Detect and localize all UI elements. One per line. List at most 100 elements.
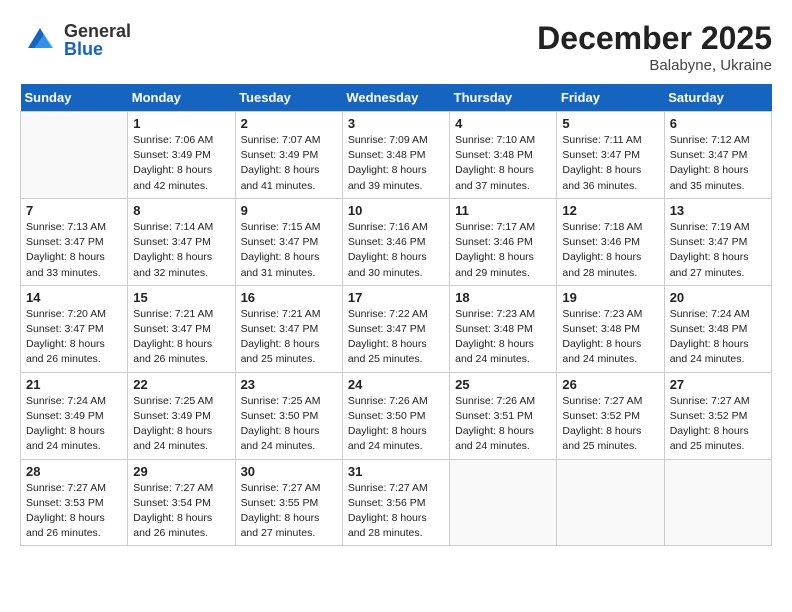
- calendar-cell: 2 Sunrise: 7:07 AM Sunset: 3:49 PM Daylig…: [235, 112, 342, 199]
- day-number: 1: [133, 116, 229, 131]
- day-info: Sunrise: 7:15 AM Sunset: 3:47 PM Dayligh…: [241, 220, 337, 281]
- calendar-cell: 5 Sunrise: 7:11 AM Sunset: 3:47 PM Daylig…: [557, 112, 664, 199]
- calendar-cell: [664, 459, 771, 546]
- day-info: Sunrise: 7:11 AM Sunset: 3:47 PM Dayligh…: [562, 133, 658, 194]
- calendar-cell: 20 Sunrise: 7:24 AM Sunset: 3:48 PM Dayli…: [664, 285, 771, 372]
- calendar-cell: 31 Sunrise: 7:27 AM Sunset: 3:56 PM Dayli…: [342, 459, 449, 546]
- calendar-cell: 29 Sunrise: 7:27 AM Sunset: 3:54 PM Dayli…: [128, 459, 235, 546]
- logo-general: General: [64, 22, 131, 40]
- calendar-cell: 30Sunrise: 7:27 AM Sunset: 3:55 PM Dayli…: [235, 459, 342, 546]
- day-number: 12: [562, 203, 658, 218]
- weekday-header-tuesday: Tuesday: [235, 84, 342, 112]
- day-info: Sunrise: 7:27 AM Sunset: 3:52 PM Dayligh…: [670, 394, 766, 455]
- day-number: 14: [26, 290, 122, 305]
- day-info: Sunrise: 7:07 AM Sunset: 3:49 PM Dayligh…: [241, 133, 337, 194]
- month-title: December 2025: [537, 20, 772, 57]
- day-info: Sunrise: 7:06 AM Sunset: 3:49 PM Dayligh…: [133, 133, 229, 194]
- day-info: Sunrise: 7:10 AM Sunset: 3:48 PM Dayligh…: [455, 133, 551, 194]
- day-number: 23: [241, 377, 337, 392]
- day-number: 24: [348, 377, 444, 392]
- calendar-cell: 19 Sunrise: 7:23 AM Sunset: 3:48 PM Dayli…: [557, 285, 664, 372]
- calendar-cell: [557, 459, 664, 546]
- day-info: Sunrise: 7:25 AM Sunset: 3:50 PM Dayligh…: [241, 394, 337, 455]
- weekday-header-friday: Friday: [557, 84, 664, 112]
- day-number: 3: [348, 116, 444, 131]
- day-number: 13: [670, 203, 766, 218]
- weekday-header-row: SundayMondayTuesdayWednesdayThursdayFrid…: [21, 84, 772, 112]
- calendar-week-row: 28 Sunrise: 7:27 AM Sunset: 3:53 PM Dayli…: [21, 459, 772, 546]
- weekday-header-sunday: Sunday: [21, 84, 128, 112]
- calendar-cell: 23 Sunrise: 7:25 AM Sunset: 3:50 PM Dayli…: [235, 372, 342, 459]
- calendar-cell: 15 Sunrise: 7:21 AM Sunset: 3:47 PM Dayli…: [128, 285, 235, 372]
- day-info: Sunrise: 7:13 AM Sunset: 3:47 PM Dayligh…: [26, 220, 122, 281]
- calendar-cell: 26Sunrise: 7:27 AM Sunset: 3:52 PM Dayli…: [557, 372, 664, 459]
- title-block: December 2025 Balabyne, Ukraine: [537, 20, 772, 74]
- day-number: 20: [670, 290, 766, 305]
- calendar-week-row: 14 Sunrise: 7:20 AM Sunset: 3:47 PM Dayli…: [21, 285, 772, 372]
- calendar-cell: 9 Sunrise: 7:15 AM Sunset: 3:47 PM Daylig…: [235, 198, 342, 285]
- day-number: 6: [670, 116, 766, 131]
- day-number: 8: [133, 203, 229, 218]
- day-info: Sunrise: 7:25 AM Sunset: 3:49 PM Dayligh…: [133, 394, 229, 455]
- day-info: Sunrise: 7:23 AM Sunset: 3:48 PM Dayligh…: [562, 307, 658, 368]
- day-number: 21: [26, 377, 122, 392]
- day-info: Sunrise: 7:21 AM Sunset: 3:47 PM Dayligh…: [133, 307, 229, 368]
- calendar-cell: 21Sunrise: 7:24 AM Sunset: 3:49 PM Dayli…: [21, 372, 128, 459]
- weekday-header-monday: Monday: [128, 84, 235, 112]
- calendar-cell: 10 Sunrise: 7:16 AM Sunset: 3:46 PM Dayli…: [342, 198, 449, 285]
- calendar-cell: 8 Sunrise: 7:14 AM Sunset: 3:47 PM Daylig…: [128, 198, 235, 285]
- calendar-cell: 22 Sunrise: 7:25 AM Sunset: 3:49 PM Dayli…: [128, 372, 235, 459]
- weekday-header-saturday: Saturday: [664, 84, 771, 112]
- day-number: 31: [348, 464, 444, 479]
- day-info: Sunrise: 7:14 AM Sunset: 3:47 PM Dayligh…: [133, 220, 229, 281]
- calendar-cell: 4 Sunrise: 7:10 AM Sunset: 3:48 PM Daylig…: [450, 112, 557, 199]
- calendar-cell: 12Sunrise: 7:18 AM Sunset: 3:46 PM Dayli…: [557, 198, 664, 285]
- calendar-cell: 25Sunrise: 7:26 AM Sunset: 3:51 PM Dayli…: [450, 372, 557, 459]
- day-info: Sunrise: 7:22 AM Sunset: 3:47 PM Dayligh…: [348, 307, 444, 368]
- day-number: 10: [348, 203, 444, 218]
- calendar-cell: 1 Sunrise: 7:06 AM Sunset: 3:49 PM Daylig…: [128, 112, 235, 199]
- day-number: 7: [26, 203, 122, 218]
- day-info: Sunrise: 7:26 AM Sunset: 3:50 PM Dayligh…: [348, 394, 444, 455]
- day-number: 2: [241, 116, 337, 131]
- day-info: Sunrise: 7:27 AM Sunset: 3:53 PM Dayligh…: [26, 481, 122, 542]
- calendar-cell: [450, 459, 557, 546]
- day-number: 19: [562, 290, 658, 305]
- logo-blue: Blue: [64, 40, 131, 58]
- day-info: Sunrise: 7:24 AM Sunset: 3:48 PM Dayligh…: [670, 307, 766, 368]
- day-info: Sunrise: 7:12 AM Sunset: 3:47 PM Dayligh…: [670, 133, 766, 194]
- day-number: 22: [133, 377, 229, 392]
- calendar-cell: 14 Sunrise: 7:20 AM Sunset: 3:47 PM Dayli…: [21, 285, 128, 372]
- day-number: 29: [133, 464, 229, 479]
- day-number: 11: [455, 203, 551, 218]
- day-number: 15: [133, 290, 229, 305]
- weekday-header-thursday: Thursday: [450, 84, 557, 112]
- day-info: Sunrise: 7:20 AM Sunset: 3:47 PM Dayligh…: [26, 307, 122, 368]
- calendar-cell: 28 Sunrise: 7:27 AM Sunset: 3:53 PM Dayli…: [21, 459, 128, 546]
- day-info: Sunrise: 7:23 AM Sunset: 3:48 PM Dayligh…: [455, 307, 551, 368]
- calendar-week-row: 7 Sunrise: 7:13 AM Sunset: 3:47 PM Daylig…: [21, 198, 772, 285]
- calendar-week-row: 1 Sunrise: 7:06 AM Sunset: 3:49 PM Daylig…: [21, 112, 772, 199]
- day-number: 5: [562, 116, 658, 131]
- calendar-cell: 11 Sunrise: 7:17 AM Sunset: 3:46 PM Dayli…: [450, 198, 557, 285]
- day-number: 25: [455, 377, 551, 392]
- day-info: Sunrise: 7:16 AM Sunset: 3:46 PM Dayligh…: [348, 220, 444, 281]
- calendar-cell: 18Sunrise: 7:23 AM Sunset: 3:48 PM Dayli…: [450, 285, 557, 372]
- calendar-cell: 16Sunrise: 7:21 AM Sunset: 3:47 PM Dayli…: [235, 285, 342, 372]
- day-number: 16: [241, 290, 337, 305]
- day-info: Sunrise: 7:27 AM Sunset: 3:56 PM Dayligh…: [348, 481, 444, 542]
- day-number: 9: [241, 203, 337, 218]
- calendar-cell: 17Sunrise: 7:22 AM Sunset: 3:47 PM Dayli…: [342, 285, 449, 372]
- day-info: Sunrise: 7:09 AM Sunset: 3:48 PM Dayligh…: [348, 133, 444, 194]
- day-number: 28: [26, 464, 122, 479]
- day-info: Sunrise: 7:27 AM Sunset: 3:54 PM Dayligh…: [133, 481, 229, 542]
- calendar-cell: 6 Sunrise: 7:12 AM Sunset: 3:47 PM Daylig…: [664, 112, 771, 199]
- calendar-cell: 3 Sunrise: 7:09 AM Sunset: 3:48 PM Daylig…: [342, 112, 449, 199]
- logo-text: General Blue: [64, 22, 131, 58]
- day-info: Sunrise: 7:17 AM Sunset: 3:46 PM Dayligh…: [455, 220, 551, 281]
- day-number: 26: [562, 377, 658, 392]
- calendar-table: SundayMondayTuesdayWednesdayThursdayFrid…: [20, 84, 772, 546]
- day-number: 4: [455, 116, 551, 131]
- page-header: General Blue December 2025 Balabyne, Ukr…: [20, 20, 772, 74]
- calendar-cell: 13Sunrise: 7:19 AM Sunset: 3:47 PM Dayli…: [664, 198, 771, 285]
